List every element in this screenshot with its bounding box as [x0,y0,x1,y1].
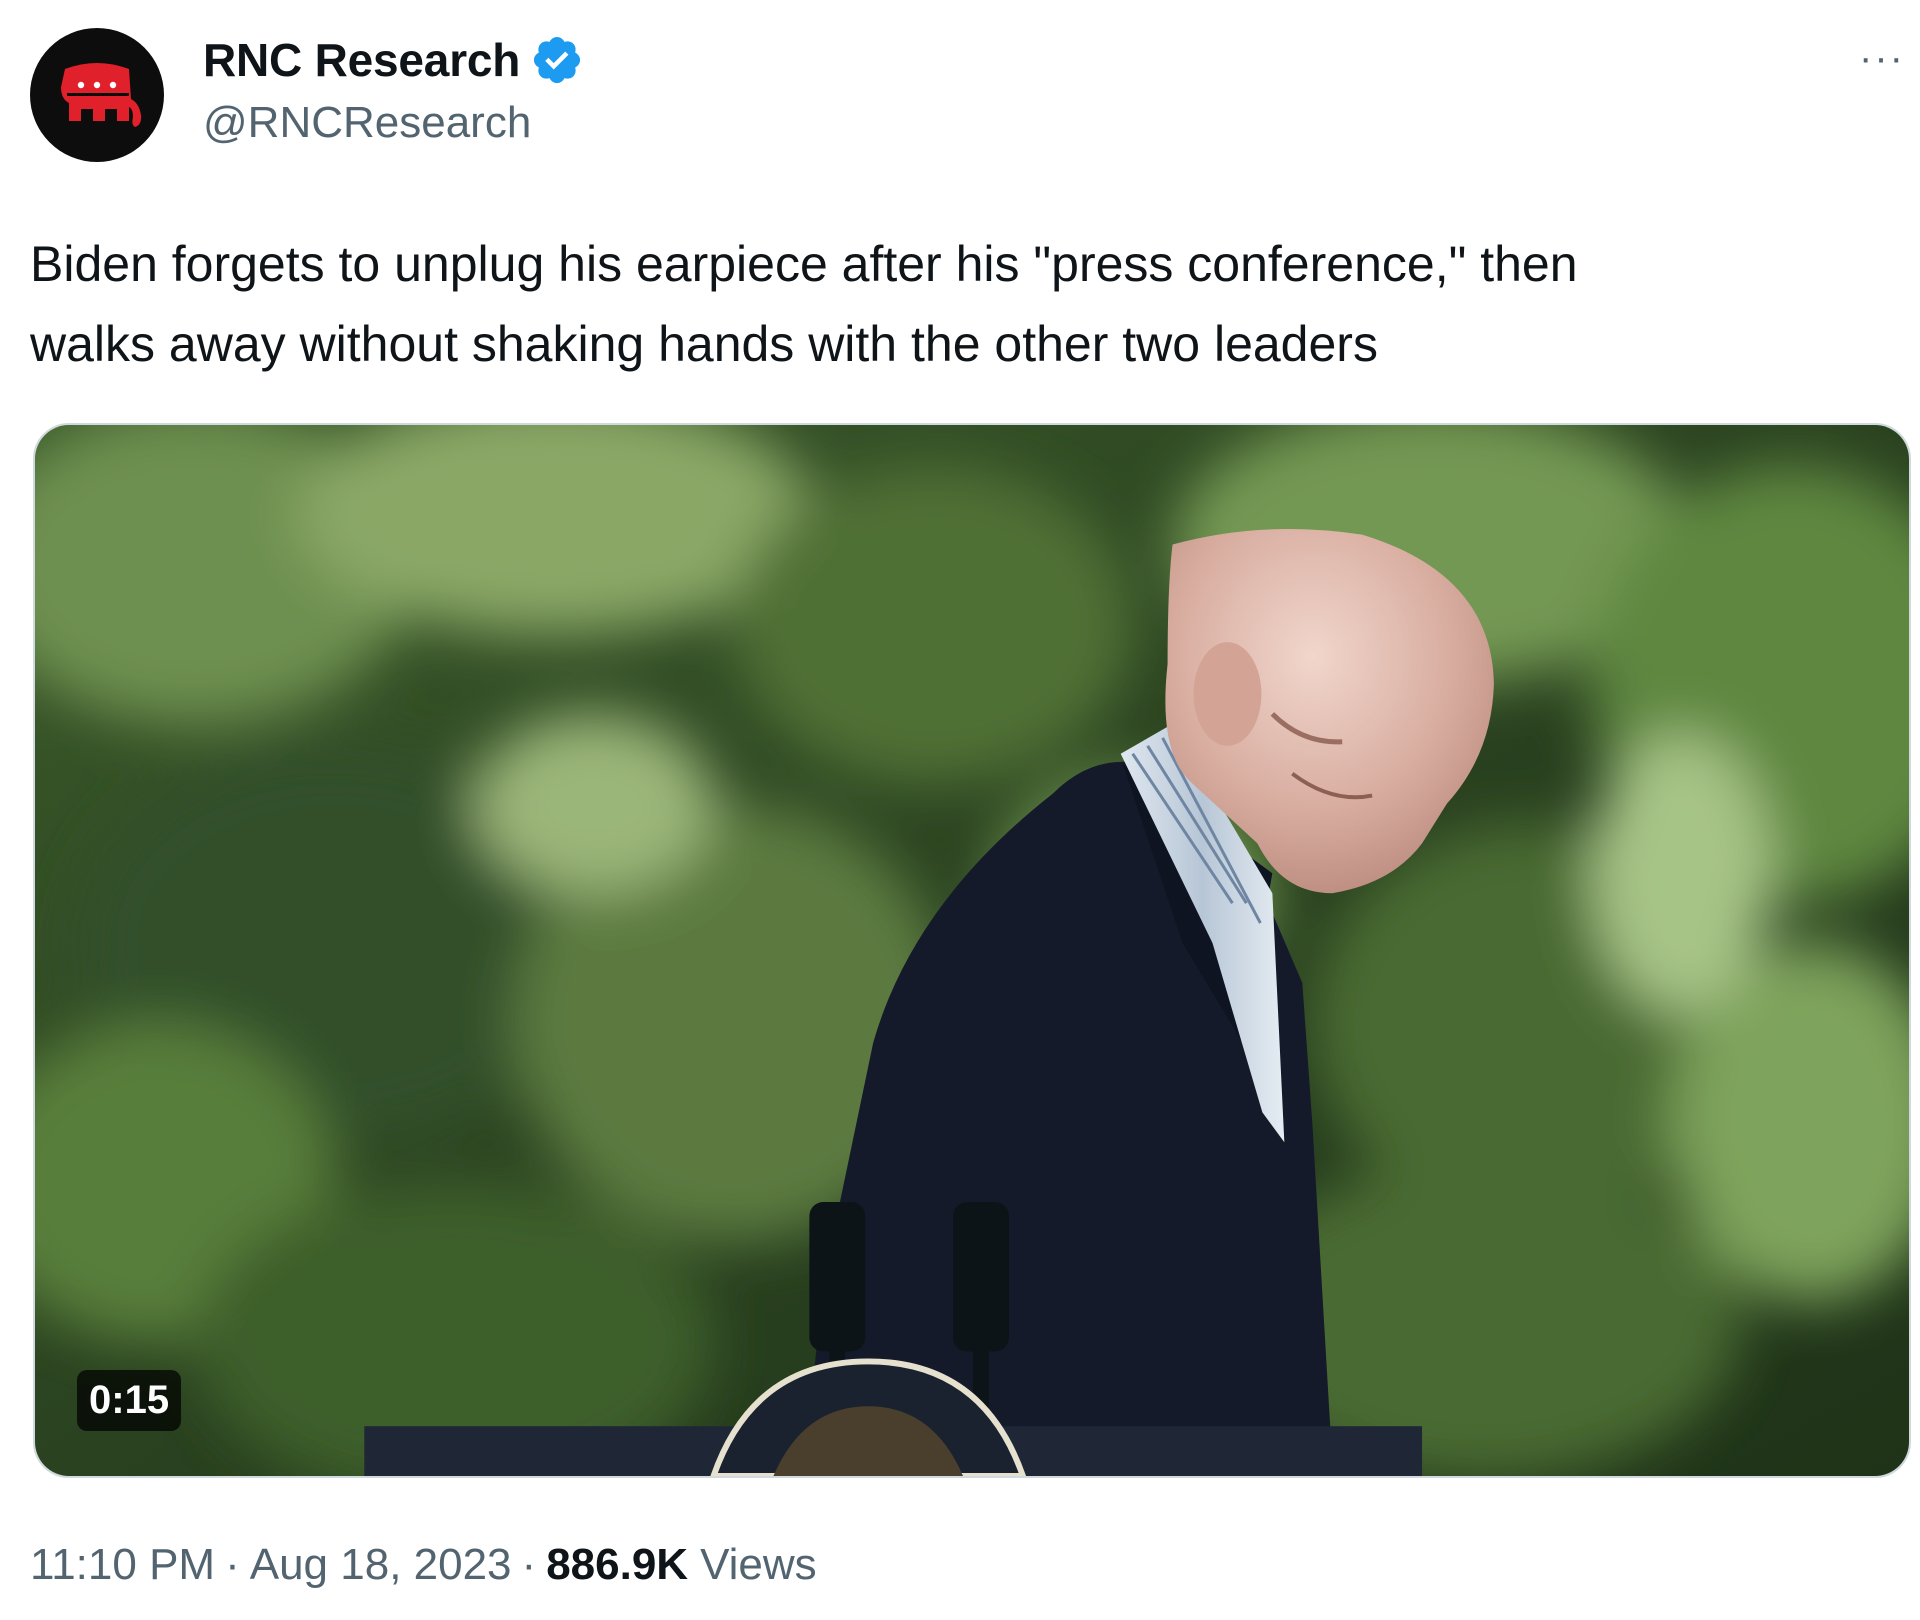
views-count: 886.9K [546,1540,689,1589]
verified-badge-icon [534,36,581,84]
tweet-meta: 11:10 PM · Aug 18, 2023 · 886.9K Views [30,1540,817,1590]
video-player[interactable]: 0:15 [33,423,1911,1478]
video-duration-badge: 0:15 [77,1370,182,1431]
video-thumbnail [35,425,1909,1476]
tweet-text-line-1: Biden forgets to unplug his earpiece aft… [30,236,1578,292]
author-display-name[interactable]: RNC Research [203,33,520,87]
meta-separator: · [521,1540,537,1589]
republican-elephant-icon [61,63,142,127]
meta-separator: · [225,1540,240,1589]
tweet-text: Biden forgets to unplug his earpiece aft… [30,224,1890,384]
author-avatar[interactable] [30,28,164,162]
tweet-text-line-2: walks away without shaking hands with th… [30,316,1378,372]
more-options-button[interactable]: ··· [1852,36,1912,80]
tweet-time[interactable]: 11:10 PM [30,1540,215,1590]
author-handle[interactable]: @RNCResearch [203,98,531,148]
tweet-date[interactable]: Aug 18, 2023 [250,1540,512,1590]
views-label: Views [700,1540,817,1589]
